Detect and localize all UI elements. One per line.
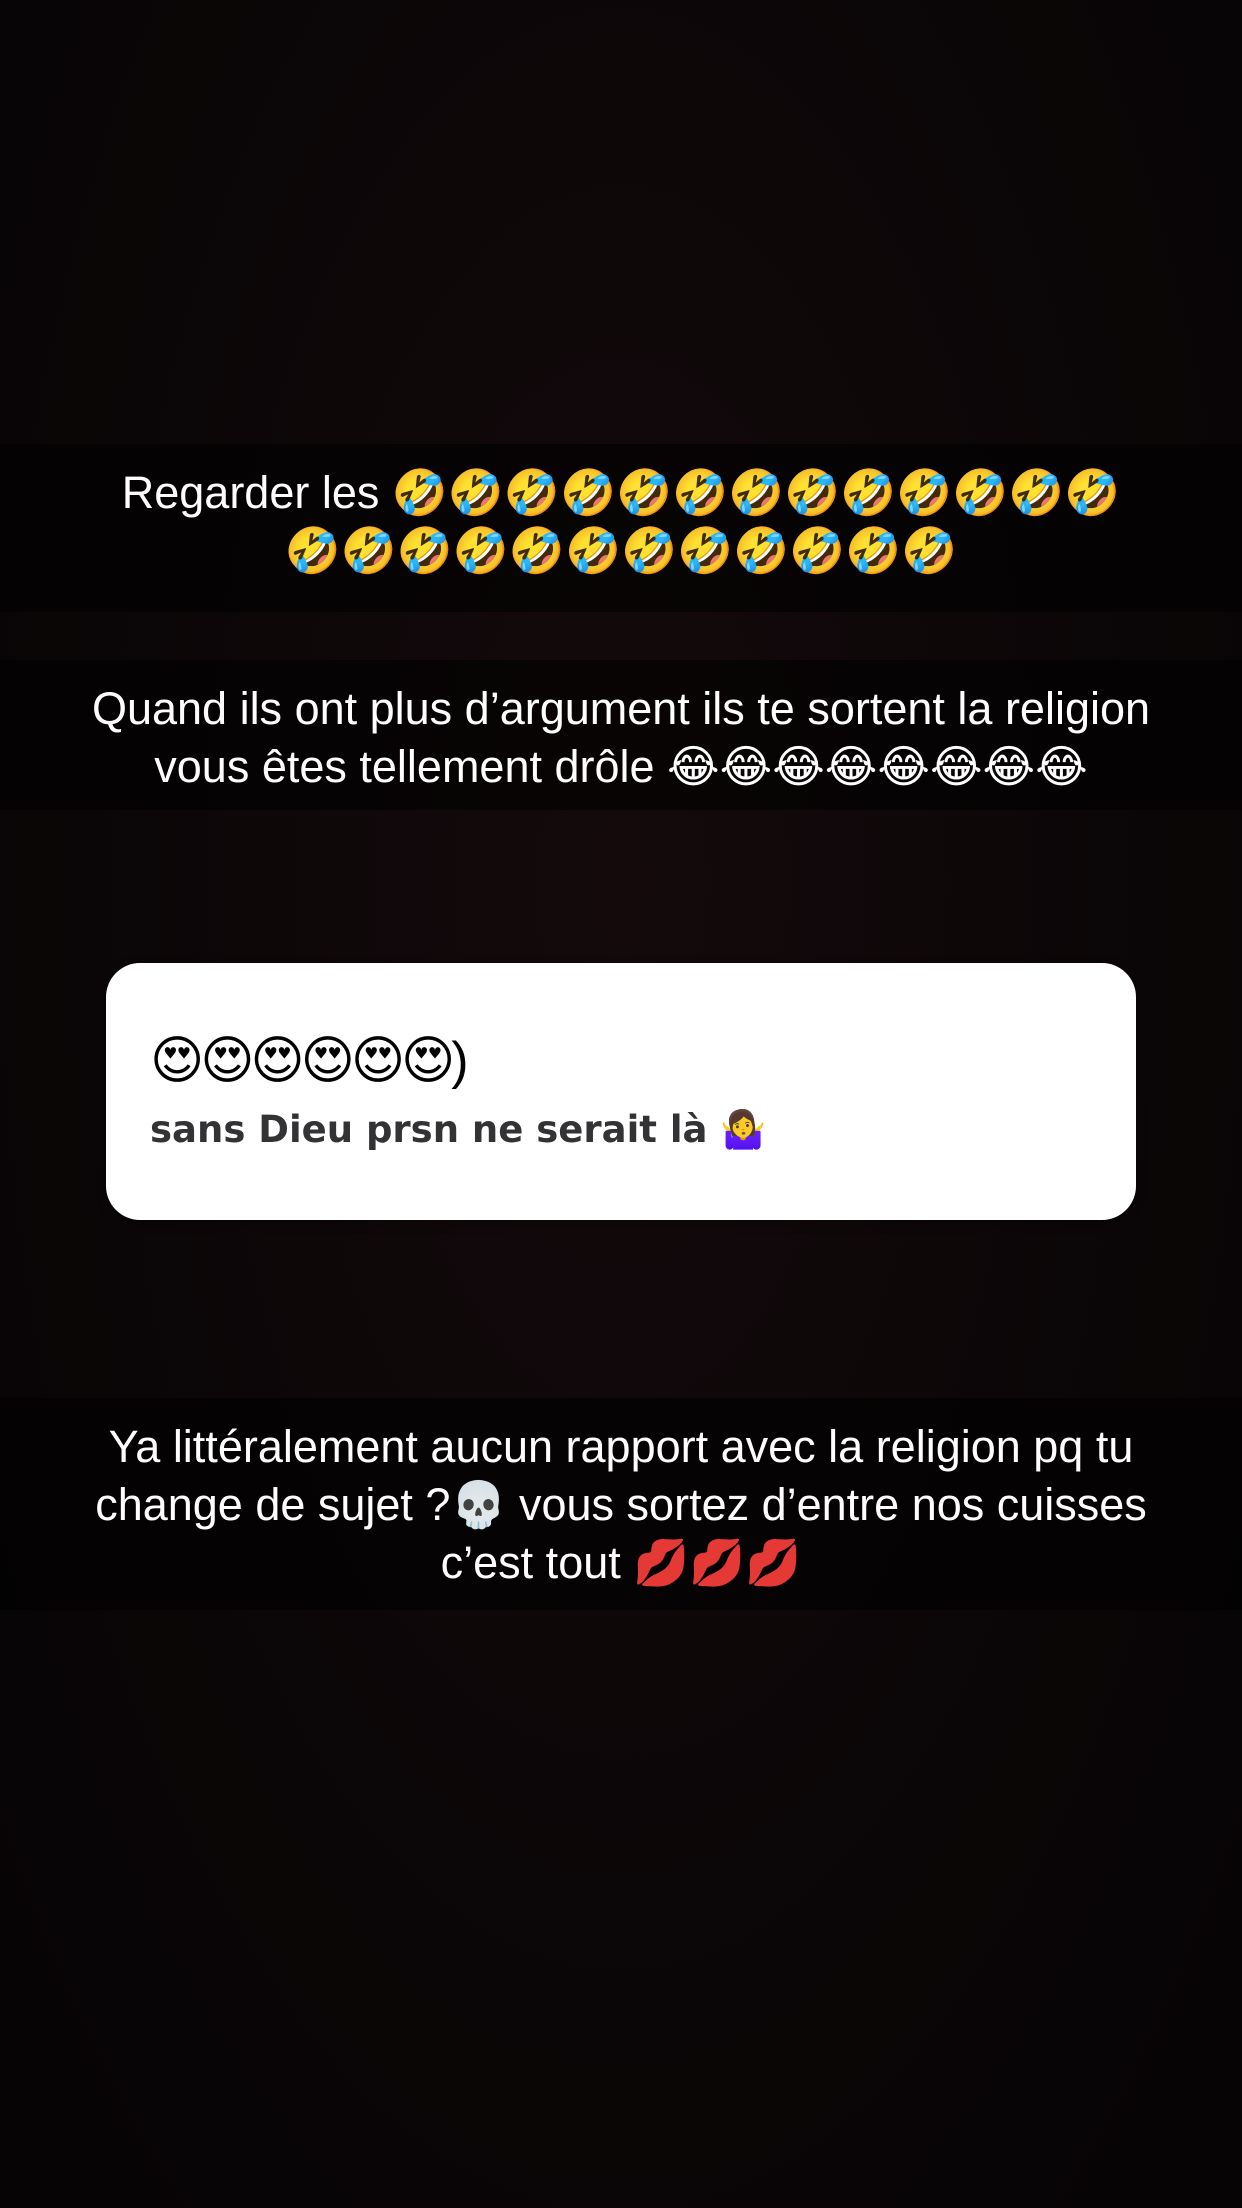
story-caption-third: Ya littéralement aucun rapport avec la r… — [0, 1398, 1242, 1610]
sticker-emoji-row: 😍😍😍😍😍😍) — [150, 1032, 469, 1090]
sticker-reply-text: sans Dieu prsn ne serait là 🤷‍♀️ — [150, 1108, 767, 1151]
story-caption-second: Quand ils ont plus d’argument ils te sor… — [0, 660, 1242, 810]
story-caption-first: Regarder les 🤣🤣🤣🤣🤣🤣🤣🤣🤣🤣🤣🤣🤣 🤣🤣🤣🤣🤣🤣🤣🤣🤣🤣🤣🤣 — [0, 444, 1242, 612]
question-reply-sticker[interactable]: 😍😍😍😍😍😍) sans Dieu prsn ne serait là 🤷‍♀️ — [106, 963, 1136, 1220]
